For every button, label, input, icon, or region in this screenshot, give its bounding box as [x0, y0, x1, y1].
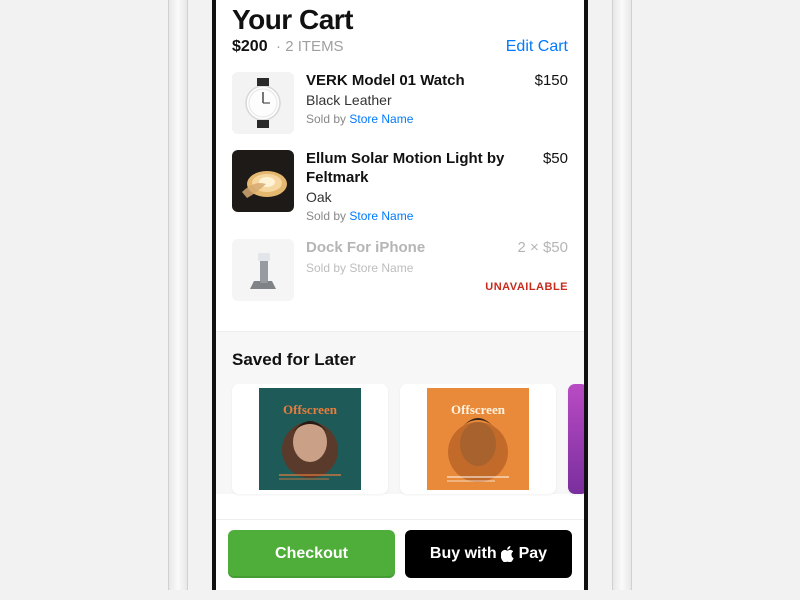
item-top-row: Ellum Solar Motion Light by Feltmark $50	[306, 150, 568, 188]
cart-item[interactable]: Ellum Solar Motion Light by Feltmark $50…	[232, 150, 568, 223]
item-seller: Sold by Store Name	[306, 112, 568, 126]
magazine-cover-icon: Offscreen	[259, 388, 361, 490]
item-variant: Oak	[306, 189, 568, 205]
cart-item[interactable]: VERK Model 01 Watch $150 Black Leather S…	[232, 72, 568, 134]
item-body: Dock For iPhone 2 × $50 Sold by Store Na…	[306, 239, 568, 301]
cart-summary-left: $200 · 2 ITEMS	[232, 38, 344, 56]
saved-carousel[interactable]: Offscreen Offscreen	[232, 384, 568, 494]
app-screen: Your Cart $200 · 2 ITEMS Edit Cart	[212, 0, 588, 590]
phone-frame: Your Cart $200 · 2 ITEMS Edit Cart	[192, 0, 608, 590]
item-top-row: Dock For iPhone 2 × $50	[306, 239, 568, 258]
page-title: Your Cart	[232, 4, 568, 36]
item-price: 2 × $50	[518, 239, 568, 258]
saved-card[interactable]: Offscreen	[400, 384, 556, 494]
item-thumbnail	[232, 72, 294, 134]
item-top-row: VERK Model 01 Watch $150	[306, 72, 568, 91]
item-price: $50	[543, 150, 568, 188]
bottom-bar: Checkout Buy with Pay	[216, 519, 584, 590]
unavailable-badge: UNAVAILABLE	[306, 281, 568, 293]
apple-pay-prefix: Buy with	[430, 545, 497, 563]
cart-summary-row: $200 · 2 ITEMS Edit Cart	[232, 38, 568, 56]
apple-pay-suffix: Pay	[519, 545, 547, 563]
cart-items-list: VERK Model 01 Watch $150 Black Leather S…	[216, 66, 584, 331]
saved-section: Saved for Later Offscreen	[216, 331, 584, 494]
item-name: VERK Model 01 Watch	[306, 72, 465, 91]
item-body: Ellum Solar Motion Light by Feltmark $50…	[306, 150, 568, 223]
dock-icon	[232, 239, 294, 301]
saved-title: Saved for Later	[232, 350, 568, 370]
saved-card[interactable]: Offscreen	[232, 384, 388, 494]
phone-bezel-right	[612, 0, 632, 590]
cart-header: Your Cart $200 · 2 ITEMS Edit Cart	[216, 0, 584, 66]
store-link: Store Name	[349, 261, 413, 275]
scroll-area[interactable]: Your Cart $200 · 2 ITEMS Edit Cart	[216, 0, 584, 519]
item-body: VERK Model 01 Watch $150 Black Leather S…	[306, 72, 568, 134]
item-thumbnail	[232, 150, 294, 212]
item-seller: Sold by Store Name	[306, 209, 568, 223]
edit-cart-button[interactable]: Edit Cart	[506, 38, 568, 56]
apple-pay-button[interactable]: Buy with Pay	[405, 530, 572, 578]
item-name: Ellum Solar Motion Light by Feltmark	[306, 150, 535, 188]
watch-icon	[232, 72, 294, 134]
item-seller: Sold by Store Name	[306, 261, 568, 275]
cart-total: $200	[232, 38, 268, 55]
saved-card-peek[interactable]	[568, 384, 584, 494]
store-link[interactable]: Store Name	[349, 209, 413, 223]
item-variant: Black Leather	[306, 92, 568, 108]
cart-item[interactable]: Dock For iPhone 2 × $50 Sold by Store Na…	[232, 239, 568, 301]
apple-logo-icon	[501, 546, 515, 562]
magazine-cover-icon: Offscreen	[427, 388, 529, 490]
item-price: $150	[535, 72, 568, 91]
svg-text:Offscreen: Offscreen	[451, 402, 506, 417]
checkout-button[interactable]: Checkout	[228, 530, 395, 578]
phone-bezel-left	[168, 0, 188, 590]
svg-text:Offscreen: Offscreen	[283, 402, 338, 417]
store-link[interactable]: Store Name	[349, 112, 413, 126]
item-name: Dock For iPhone	[306, 239, 425, 258]
cart-item-count: · 2 ITEMS	[276, 38, 344, 55]
item-thumbnail	[232, 239, 294, 301]
light-icon	[232, 150, 294, 212]
